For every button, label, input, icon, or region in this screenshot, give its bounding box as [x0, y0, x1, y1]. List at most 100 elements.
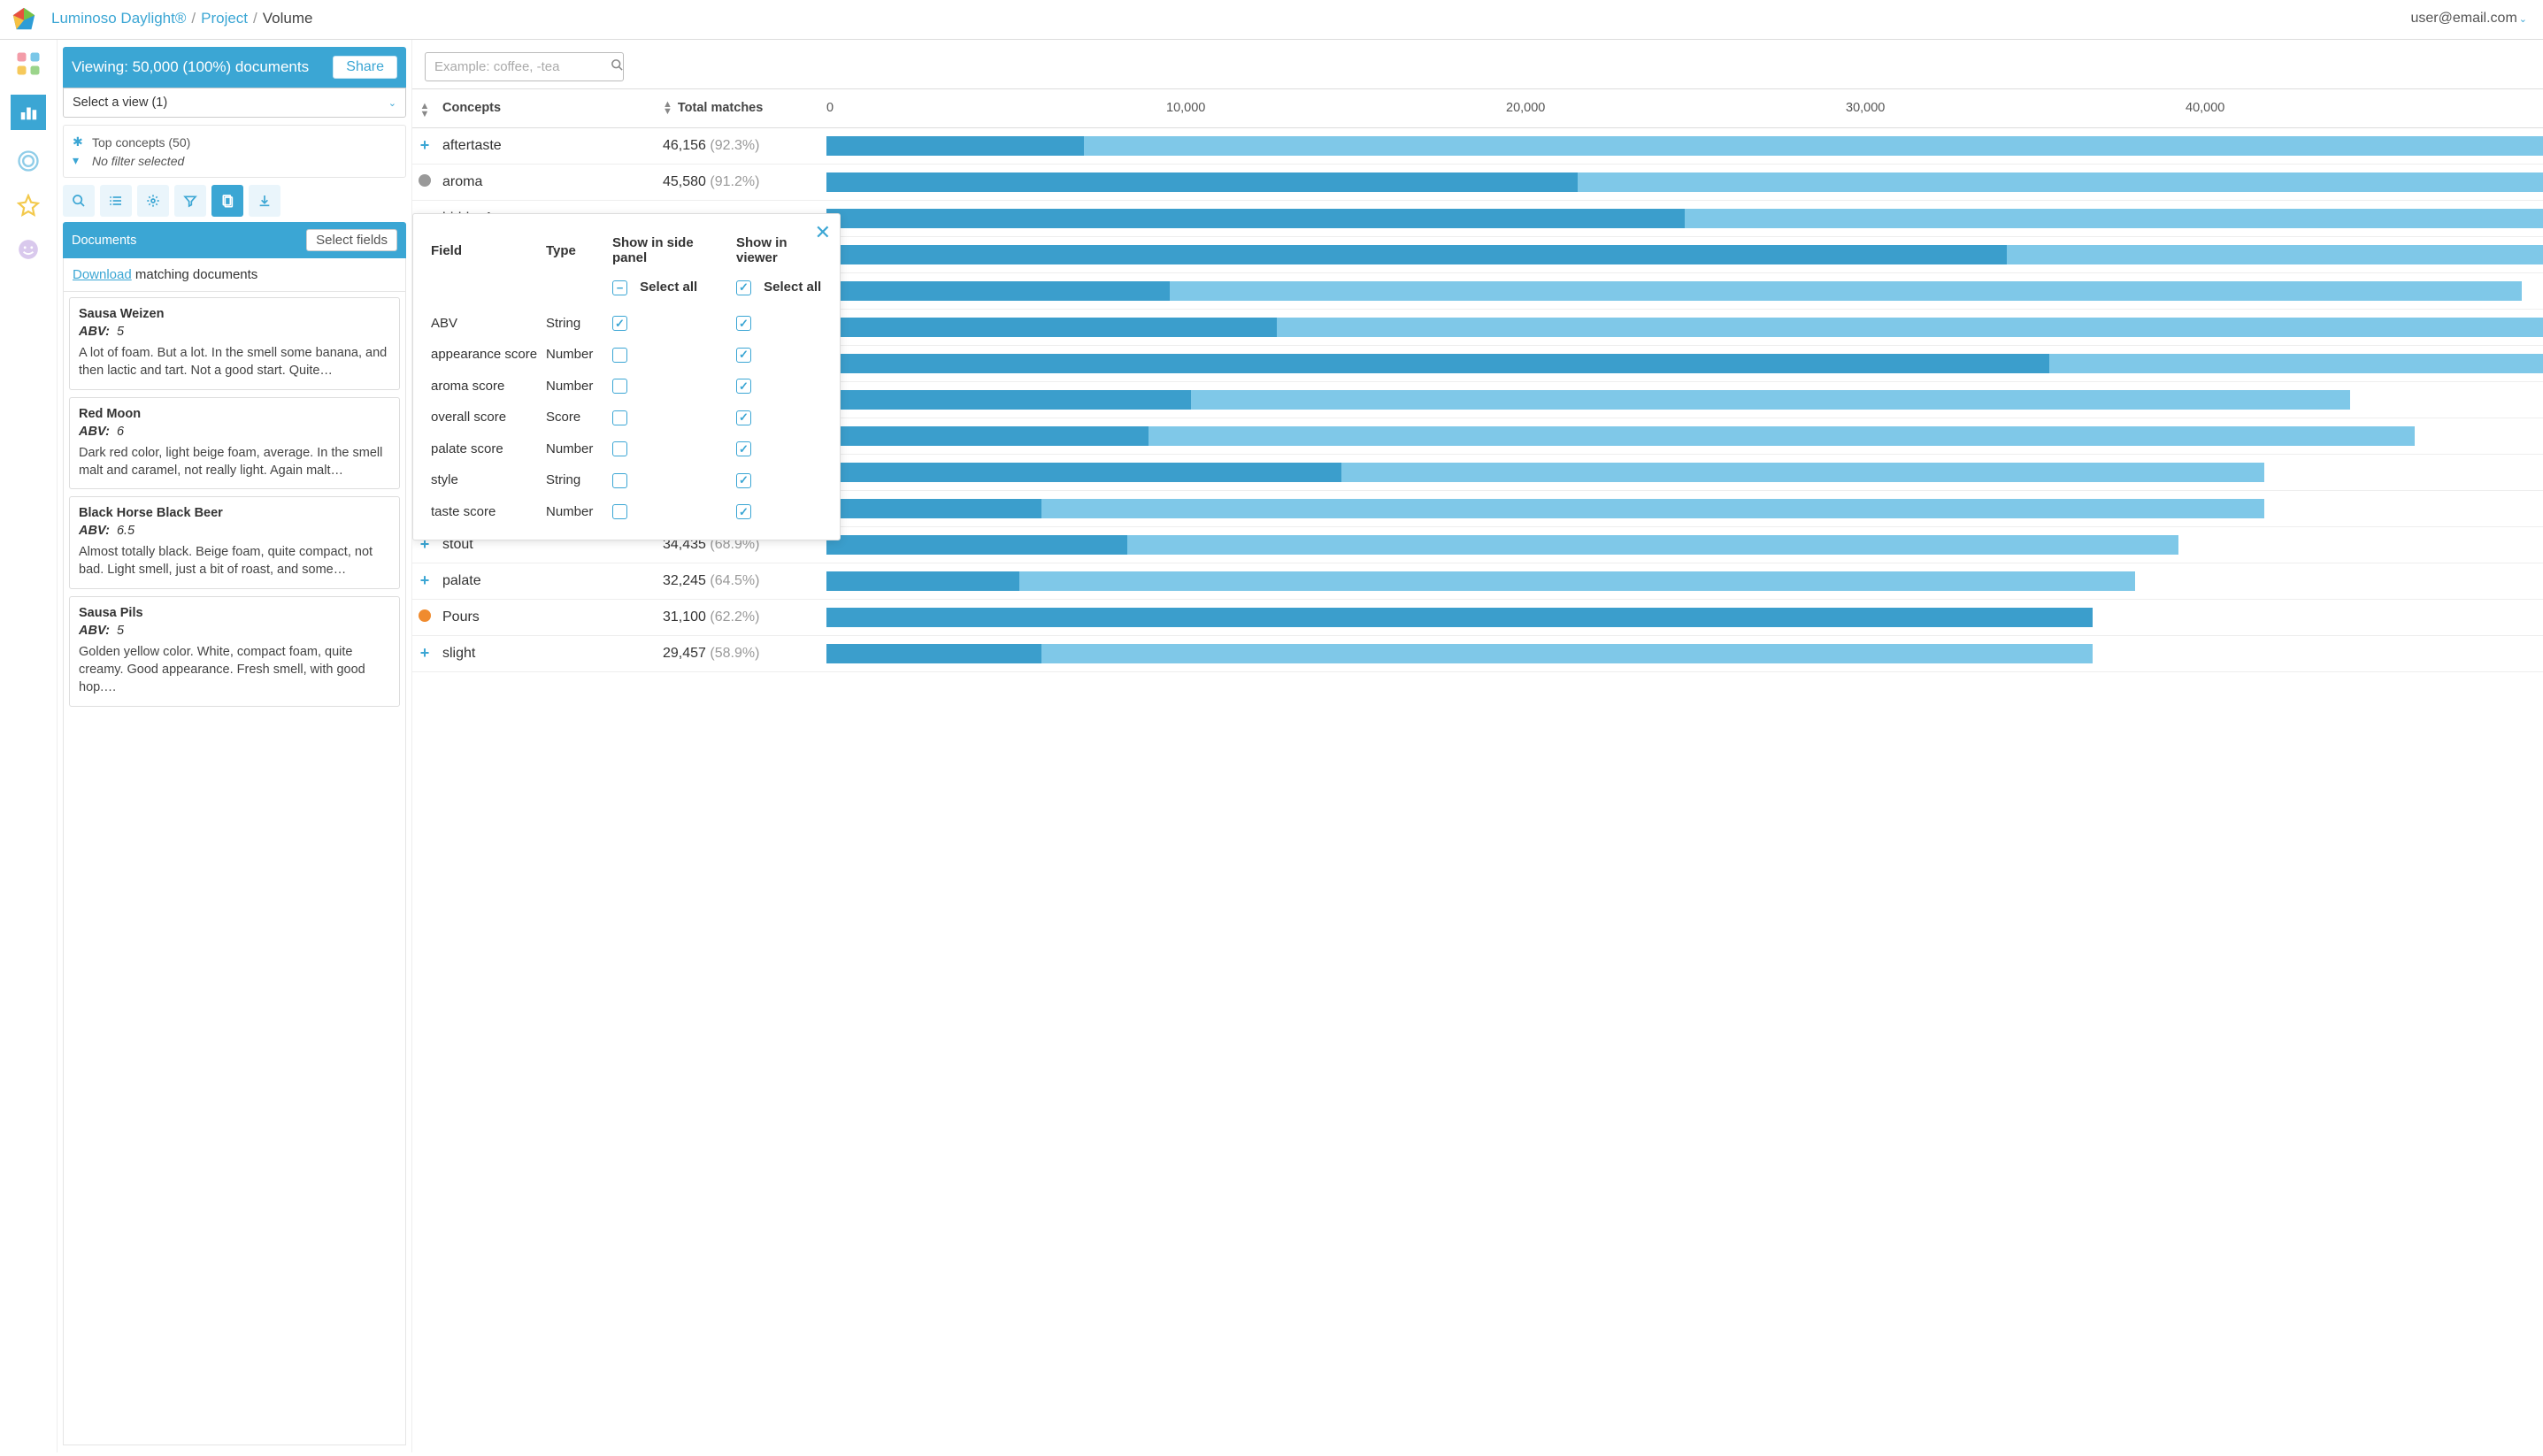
tab-documents-icon[interactable] — [211, 185, 243, 217]
bar-chart-row — [826, 242, 2543, 267]
bar-chart-row — [826, 569, 2543, 594]
search-box[interactable] — [425, 52, 624, 81]
tab-search-icon[interactable] — [63, 185, 95, 217]
checkbox-side-panel[interactable] — [612, 316, 627, 331]
field-name: overall score — [427, 402, 542, 433]
document-card[interactable]: Sausa PilsABV: 5Golden yellow color. Whi… — [69, 596, 400, 707]
share-button[interactable]: Share — [333, 56, 397, 79]
filter-info-box: ✱ Top concepts (50) ▾ No filter selected — [63, 125, 406, 178]
field-type: Number — [542, 433, 609, 465]
download-link[interactable]: Download — [73, 267, 132, 282]
documents-header: Documents Select fields — [63, 222, 406, 258]
search-input[interactable] — [434, 59, 611, 74]
close-icon[interactable]: ✕ — [815, 221, 831, 244]
checkbox-viewer[interactable] — [736, 316, 751, 331]
select-all-viewer[interactable]: Select all — [733, 274, 826, 308]
bar-chart-row — [826, 206, 2543, 231]
document-card[interactable]: Red MoonABV: 6Dark red color, light beig… — [69, 397, 400, 490]
document-card[interactable]: Sausa WeizenABV: 5A lot of foam. But a l… — [69, 297, 400, 390]
doc-abv: ABV: 5 — [79, 325, 390, 339]
checkbox-side-panel[interactable] — [612, 379, 627, 394]
filter-icon: ▾ — [73, 153, 85, 168]
checkbox-side-panel[interactable] — [612, 473, 627, 488]
nav-rail — [0, 40, 58, 1452]
pct-value: (64.5%) — [710, 573, 759, 588]
checkbox-side-panel[interactable] — [612, 410, 627, 425]
field-type: Number — [542, 371, 609, 402]
breadcrumb-sep-icon: / — [253, 10, 257, 27]
breadcrumb-current: Volume — [263, 10, 313, 27]
col-side: Show in side panel — [609, 226, 733, 274]
checkbox-viewer[interactable] — [736, 379, 751, 394]
total-value: 31,100 (62.2%) — [663, 609, 759, 625]
top-concepts-line[interactable]: ✱ Top concepts (50) — [73, 133, 396, 151]
plus-icon[interactable]: + — [420, 136, 430, 154]
checkbox-viewer[interactable] — [736, 473, 751, 488]
app-logo-icon — [11, 5, 37, 32]
checkbox-viewer[interactable] — [736, 410, 751, 425]
checkbox-side-panel[interactable] — [612, 348, 627, 363]
tab-filter-icon[interactable] — [174, 185, 206, 217]
concepts-column-header[interactable]: Concepts — [437, 101, 663, 115]
search-icon[interactable] — [611, 58, 624, 75]
checkbox-indeterminate-icon[interactable] — [612, 280, 627, 295]
fields-table: Field Type Show in side panel Show in vi… — [427, 226, 826, 527]
rail-dashboard-icon[interactable] — [15, 50, 42, 77]
rail-sentiment-icon[interactable] — [15, 236, 42, 263]
checkbox-viewer[interactable] — [736, 348, 751, 363]
documents-list[interactable]: Sausa WeizenABV: 5A lot of foam. But a l… — [63, 292, 406, 1445]
checkbox-side-panel[interactable] — [612, 441, 627, 456]
select-all-label: Select all — [640, 280, 697, 295]
axis-tick: 30,000 — [1846, 101, 2186, 115]
concept-row[interactable]: +palate32,245 (64.5%) — [412, 563, 2543, 600]
sidebar-tabstrip — [63, 185, 406, 217]
rail-favorites-icon[interactable] — [15, 192, 42, 218]
tab-download-icon[interactable] — [249, 185, 280, 217]
concept-row[interactable]: aroma45,580 (91.2%) — [412, 165, 2543, 201]
top-concepts-text: Top concepts (50) — [92, 135, 190, 149]
select-view-dropdown[interactable]: Select a view (1) ⌄ — [63, 88, 406, 118]
breadcrumb-sep-icon: / — [191, 10, 196, 27]
doc-text: Golden yellow color. White, compact foam… — [79, 643, 390, 697]
col-type: Type — [542, 226, 609, 274]
breadcrumb-brand[interactable]: Luminoso Daylight® — [51, 10, 186, 27]
user-menu[interactable]: user@email.com ⌄ — [2411, 11, 2528, 27]
field-row: ABVString — [427, 308, 826, 340]
app-shell: Viewing: 50,000 (100%) documents Share S… — [0, 40, 2543, 1452]
tab-settings-icon[interactable] — [137, 185, 169, 217]
total-value: 32,245 (64.5%) — [663, 573, 759, 589]
plus-icon[interactable]: + — [420, 644, 430, 662]
document-card[interactable]: Black Horse Black BeerABV: 6.5Almost tot… — [69, 496, 400, 589]
field-name: ABV — [427, 308, 542, 340]
checkbox-viewer[interactable] — [736, 441, 751, 456]
rail-galaxy-icon[interactable] — [15, 148, 42, 174]
bar-chart-row — [826, 460, 2543, 485]
field-type: Score — [542, 402, 609, 433]
plus-icon[interactable]: + — [420, 571, 430, 589]
doc-text: A lot of foam. But a lot. In the smell s… — [79, 344, 390, 380]
total-column-header[interactable]: ▲▼ Total matches — [663, 101, 826, 117]
checkbox-side-panel[interactable] — [612, 504, 627, 519]
checkbox-icon[interactable] — [736, 280, 751, 295]
gear-icon: ✱ — [73, 134, 85, 149]
viewing-title: Viewing: 50,000 (100%) documents — [72, 58, 309, 76]
select-fields-button[interactable]: Select fields — [306, 229, 397, 251]
total-value: 29,457 (58.9%) — [663, 646, 759, 662]
doc-text: Dark red color, light beige foam, averag… — [79, 444, 390, 480]
tab-list-icon[interactable] — [100, 185, 132, 217]
breadcrumb-project[interactable]: Project — [201, 10, 248, 27]
bar-chart-row — [826, 315, 2543, 340]
concept-row[interactable]: +aftertaste46,156 (92.3%) — [412, 128, 2543, 165]
rail-volume-icon[interactable] — [11, 95, 46, 130]
no-filter-text: No filter selected — [92, 154, 184, 168]
checkbox-viewer[interactable] — [736, 504, 751, 519]
doc-abv: ABV: 5 — [79, 624, 390, 638]
no-filter-line[interactable]: ▾ No filter selected — [73, 151, 396, 170]
concept-name: slight — [442, 646, 475, 662]
field-name: taste score — [427, 496, 542, 528]
concept-row[interactable]: + slight 29,457 (58.9%) — [412, 636, 2543, 672]
concept-row[interactable]: Pours31,100 (62.2%) — [412, 600, 2543, 636]
select-all-side-panel[interactable]: Select all — [609, 274, 733, 308]
sort-arrows-icon[interactable]: ▲▼ — [412, 98, 437, 119]
bar-chart-row — [826, 496, 2543, 521]
